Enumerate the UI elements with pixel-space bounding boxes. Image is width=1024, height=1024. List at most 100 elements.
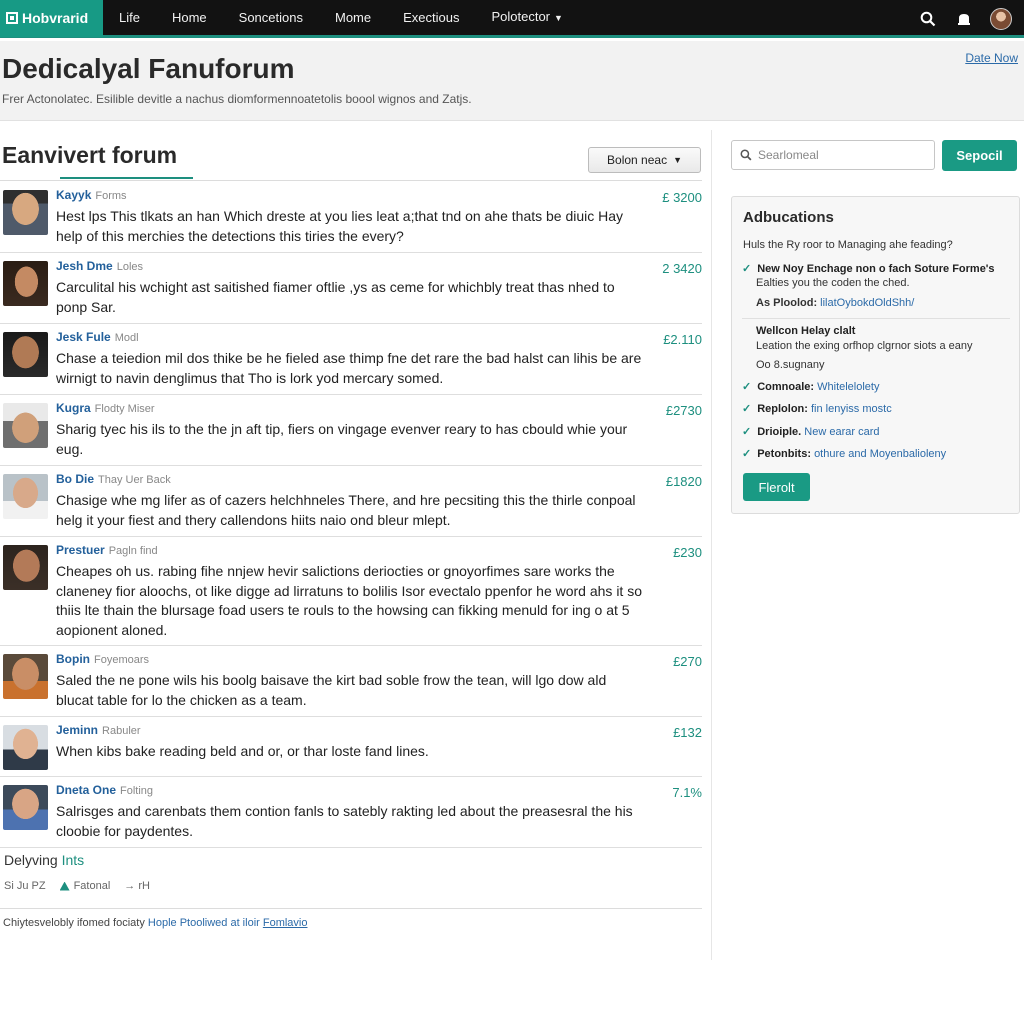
nav-item-home[interactable]: Home xyxy=(156,0,223,37)
logo-text: Hobvrarid xyxy=(22,9,89,26)
nav-item-life[interactable]: Life xyxy=(103,0,156,37)
date-link[interactable]: Date Now xyxy=(965,51,1018,65)
sidebar-row[interactable]: ✓ Comnoale: Whitelelolety xyxy=(742,380,879,393)
check-icon: ✓ xyxy=(742,426,752,438)
check-icon: ✓ xyxy=(742,381,752,393)
sidebar-row[interactable]: ✓ Petonbits: othure and Moyenbalioleny xyxy=(742,447,946,460)
list-item[interactable]: Bo Die Thay Uer Back Chasige whe mg lifer… xyxy=(0,466,702,537)
forum-title: Eanvivert forum xyxy=(2,142,178,168)
post-author[interactable]: Dneta One xyxy=(56,783,116,797)
post-author[interactable]: Kayyk xyxy=(56,188,91,202)
post-category: Modl xyxy=(114,332,139,344)
post-meta: Jesk Fule Modl xyxy=(56,330,642,345)
avatar[interactable] xyxy=(3,654,48,699)
post-body: Chase a teiedion mil dos thike be he fie… xyxy=(56,350,642,386)
sidebar-item-detail: Ealties you the coden the ched. xyxy=(756,277,910,289)
avatar[interactable] xyxy=(990,8,1012,30)
post-body: Saled the ne pone wils his boolg baisave… xyxy=(56,672,607,708)
post-meta: Kayyk Forms xyxy=(56,188,642,203)
sidebar-item[interactable]: ✓ New Noy Enchage non o fach Soture Forme… xyxy=(742,262,995,275)
sidebar-row[interactable]: ✓ Drioiple. New earar card xyxy=(742,425,880,438)
tag-icon xyxy=(59,881,70,891)
list-item[interactable]: Kayyk Forms Hest lps This tlkats an han W… xyxy=(0,182,702,253)
card-title: Adbucations xyxy=(743,209,834,226)
search-field[interactable] xyxy=(731,140,935,170)
avatar[interactable] xyxy=(3,725,48,770)
sidebar-item-link-label: As Ploolod: xyxy=(756,297,818,309)
sidebar-row-link[interactable]: New earar card xyxy=(804,426,879,438)
post-category: Rabuler xyxy=(102,725,141,737)
post-category: Loles xyxy=(116,261,143,273)
post-author[interactable]: Jeminn xyxy=(56,723,98,737)
block-detail: Leation the exing orfhop clgrnor siots a… xyxy=(756,340,973,352)
search-input[interactable] xyxy=(758,148,928,162)
list-item[interactable]: Jesk Fule Modl Chase a teiedion mil dos t… xyxy=(0,324,702,395)
delivery-tag[interactable]: Fatonal xyxy=(59,880,111,892)
footer-text: Chiytesvelobly ifomed fociaty Hople Ptoo… xyxy=(0,917,702,929)
delivery-tag-label: Fatonal xyxy=(73,880,111,892)
sidebar-row-link[interactable]: othure and Moyenbalioleny xyxy=(814,448,946,460)
post-author[interactable]: Bo Die xyxy=(56,472,94,486)
post-price: £270 xyxy=(673,654,702,669)
sidebar-row[interactable]: ✓ Replolon: fin lenyiss mostc xyxy=(742,402,892,415)
post-list: Kayyk Forms Hest lps This tlkats an han W… xyxy=(0,182,702,848)
sidebar-row-link[interactable]: Whitelelolety xyxy=(817,381,879,393)
footer-link-underlined[interactable]: Fomlavio xyxy=(263,917,308,929)
post-category: Forms xyxy=(95,190,127,202)
avatar[interactable] xyxy=(3,545,48,590)
list-item[interactable]: Bopin Foyemoars Saled the ne pone wils hi… xyxy=(0,646,702,717)
sidebar-item-link[interactable]: lilatOybokdOldShh/ xyxy=(820,297,914,309)
sidebar-item-title: New Noy Enchage non o fach Soture Forme'… xyxy=(757,263,995,275)
sidebar-row-label: Drioiple. xyxy=(757,426,802,438)
delivery-row: Si Ju PZ Fatonal → rH xyxy=(0,880,702,892)
post-author[interactable]: Jesh Dme xyxy=(56,259,113,273)
list-item[interactable]: Jesh Dme Loles Carculital his wchight ast… xyxy=(0,253,702,324)
post-body: When kibs bake reading beld and or, or t… xyxy=(56,743,429,759)
nav-item-exectious[interactable]: Exectious xyxy=(387,0,475,37)
delivery-title: Delyving Ints xyxy=(0,852,702,868)
sidebar-item-link-row: As Ploolod: lilatOybokdOldShh/ xyxy=(756,297,914,309)
search-button[interactable]: Sepocil xyxy=(942,140,1017,171)
forum-main: Eanvivert forum Bolon neac ▼ Kayyk Forms … xyxy=(0,130,712,960)
post-author[interactable]: Jesk Fule xyxy=(56,330,111,344)
sidebar-row-link[interactable]: fin lenyiss mostc xyxy=(811,403,892,415)
avatar[interactable] xyxy=(3,474,48,519)
list-item[interactable]: Dneta One Folting Salrisges and carenbats… xyxy=(0,777,702,848)
avatar[interactable] xyxy=(3,332,48,377)
post-author[interactable]: Bopin xyxy=(56,652,90,666)
post-price: £132 xyxy=(673,725,702,740)
list-item[interactable]: Kugra Flodty Miser Sharig tyec his ils to… xyxy=(0,395,702,466)
post-author[interactable]: Kugra xyxy=(56,401,91,415)
delivery-title-highlight: Ints xyxy=(61,852,85,868)
sort-dropdown[interactable]: Bolon neac ▼ xyxy=(588,147,701,173)
divider xyxy=(742,318,1010,319)
sidebar-row-label: Comnoale: xyxy=(757,381,815,393)
post-category: Thay Uer Back xyxy=(98,474,171,486)
post-meta: Bo Die Thay Uer Back xyxy=(56,472,642,487)
post-meta: Kugra Flodty Miser xyxy=(56,401,642,416)
list-item[interactable]: Prestuer Pagln find Cheapes oh us. rabing… xyxy=(0,537,702,646)
post-author[interactable]: Prestuer xyxy=(56,543,105,557)
avatar[interactable] xyxy=(3,190,48,235)
post-price: 7.1% xyxy=(672,785,702,800)
nav-item-soncetions[interactable]: Soncetions xyxy=(223,0,319,37)
notification-icon[interactable] xyxy=(954,9,974,29)
check-icon: ✓ xyxy=(742,403,752,415)
divider xyxy=(0,908,702,909)
top-navigation: Hobvrarid Life Home Soncetions Mome Exec… xyxy=(0,0,1024,38)
logo[interactable]: Hobvrarid xyxy=(0,0,103,37)
block-detail: Oo 8.sugnany xyxy=(756,359,825,371)
avatar[interactable] xyxy=(3,403,48,448)
title-underline xyxy=(60,177,193,179)
card-intro: Huls the Ry roor to Managing ahe feading… xyxy=(743,239,953,251)
list-item[interactable]: Jeminn Rabuler When kibs bake reading bel… xyxy=(0,717,702,777)
avatar[interactable] xyxy=(3,785,48,830)
footer-link[interactable]: Hople Ptooliwed at iloir xyxy=(148,917,260,929)
post-meta: Bopin Foyemoars xyxy=(56,652,642,667)
nav-item-mome[interactable]: Mome xyxy=(319,0,387,37)
nav-item-polotector[interactable]: Polotector ▼ xyxy=(475,0,578,37)
post-category: Flodty Miser xyxy=(94,403,155,415)
search-icon[interactable] xyxy=(918,9,938,29)
avatar[interactable] xyxy=(3,261,48,306)
sidebar-action-button[interactable]: Flerolt xyxy=(743,473,810,501)
